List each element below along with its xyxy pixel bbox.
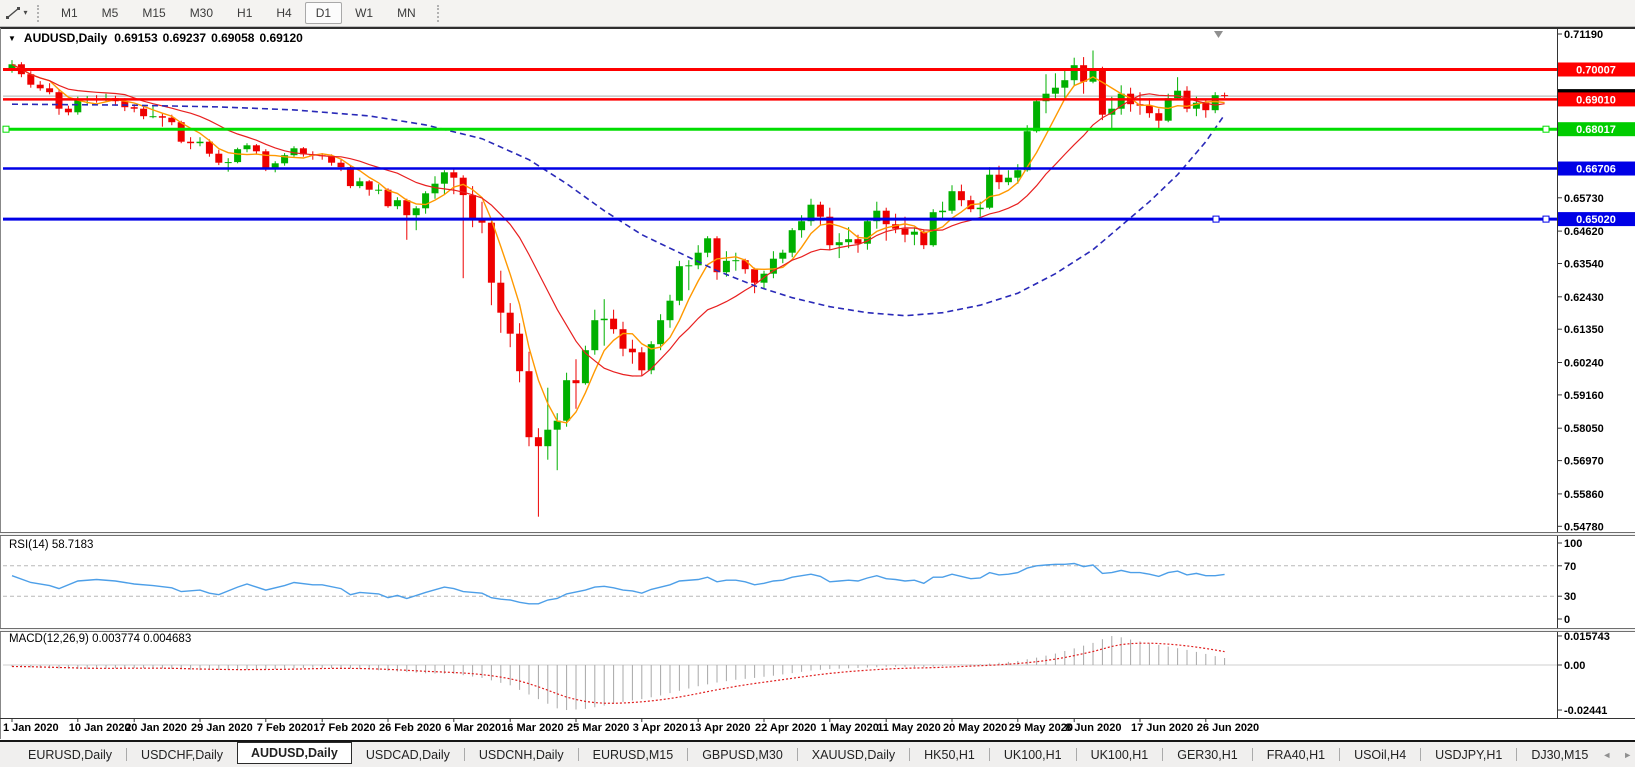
chevron-down-icon: ▾ (23, 8, 28, 17)
svg-text:0.00: 0.00 (1564, 660, 1585, 672)
svg-text:8 Jun 2020: 8 Jun 2020 (1065, 722, 1121, 734)
svg-text:29 Jan 2020: 29 Jan 2020 (191, 722, 253, 734)
tab-scroll-right-icon[interactable]: ► (1623, 750, 1632, 760)
chart-tab-uk100-h1[interactable]: UK100,H1 (990, 745, 1076, 765)
timeframe-button-mn[interactable]: MN (386, 2, 427, 24)
svg-text:0.55860: 0.55860 (1564, 489, 1604, 501)
svg-text:22 Apr 2020: 22 Apr 2020 (755, 722, 816, 734)
svg-text:20 Jan 2020: 20 Jan 2020 (125, 722, 187, 734)
rsi-indicator-label: RSI(14) 58.7183 (9, 539, 94, 551)
svg-text:0.65730: 0.65730 (1564, 193, 1604, 205)
chart-tab-ger30-h1[interactable]: GER30,H1 (1163, 745, 1251, 765)
timeframe-button-m30[interactable]: M30 (179, 2, 224, 24)
chart-tab-eurusd-m15[interactable]: EURUSD,M15 (579, 745, 688, 765)
low-value: 0.69058 (211, 31, 255, 45)
timeframe-button-w1[interactable]: W1 (344, 2, 384, 24)
chart-tab-eurusd-daily[interactable]: EURUSD,Daily (14, 745, 126, 765)
svg-text:1 May 2020: 1 May 2020 (821, 722, 879, 734)
svg-text:20 May 2020: 20 May 2020 (943, 722, 1007, 734)
svg-text:17 Feb 2020: 17 Feb 2020 (313, 722, 375, 734)
svg-text:13 Apr 2020: 13 Apr 2020 (689, 722, 750, 734)
trendline-icon (6, 7, 21, 19)
svg-text:29 May 2020: 29 May 2020 (1009, 722, 1073, 734)
chart-tab-uk100-h1[interactable]: UK100,H1 (1077, 745, 1163, 765)
svg-text:0.71190: 0.71190 (1564, 29, 1603, 41)
svg-text:0.66706: 0.66706 (1576, 164, 1616, 176)
svg-text:25 Mar 2020: 25 Mar 2020 (567, 722, 629, 734)
chart-symbol-label: AUDUSD,Daily (23, 31, 108, 45)
chart-title: ▼ AUDUSD,Daily 0.69153 0.69237 0.69058 0… (8, 31, 303, 45)
chart-tab-gbpusd-m30[interactable]: GBPUSD,M30 (688, 745, 797, 765)
svg-text:100: 100 (1564, 538, 1582, 550)
svg-text:0.54780: 0.54780 (1564, 521, 1604, 533)
svg-text:10 Jan 2020: 10 Jan 2020 (69, 722, 131, 734)
svg-text:17 Jun 2020: 17 Jun 2020 (1131, 722, 1193, 734)
chart-plot-area[interactable] (0, 28, 1635, 739)
svg-text:0.58050: 0.58050 (1564, 423, 1604, 435)
line-handle[interactable] (2, 125, 10, 133)
close-value: 0.69120 (259, 31, 303, 45)
svg-text:0: 0 (1564, 614, 1570, 626)
chart-tab-xauusd-daily[interactable]: XAUUSD,Daily (798, 745, 909, 765)
line-handle[interactable] (1542, 125, 1550, 133)
svg-text:26 Jun 2020: 26 Jun 2020 (1197, 722, 1259, 734)
svg-text:0.62430: 0.62430 (1564, 292, 1604, 304)
svg-text:16 Mar 2020: 16 Mar 2020 (501, 722, 563, 734)
svg-text:70: 70 (1564, 561, 1576, 573)
svg-text:1 Jan 2020: 1 Jan 2020 (3, 722, 59, 734)
svg-text:0.69010: 0.69010 (1576, 94, 1616, 106)
svg-text:0.60240: 0.60240 (1564, 358, 1604, 370)
svg-text:0.68017: 0.68017 (1576, 124, 1616, 136)
timeframe-buttons: M1 M5 M15 M30 H1 H4 D1 W1 MN (50, 2, 427, 24)
svg-text:7 Feb 2020: 7 Feb 2020 (257, 722, 313, 734)
chart-tab-usdjpy-h1[interactable]: USDJPY,H1 (1421, 745, 1516, 765)
svg-text:0.015743: 0.015743 (1564, 631, 1610, 643)
chart-tab-usdcad-daily[interactable]: USDCAD,Daily (352, 745, 464, 765)
timeframe-button-h4[interactable]: H4 (265, 2, 302, 24)
line-handle[interactable] (1212, 215, 1220, 223)
chart-tab-bar: EURUSD,Daily USDCHF,Daily AUDUSD,Daily USDC… (0, 740, 1635, 767)
svg-text:-0.02441: -0.02441 (1564, 705, 1607, 717)
svg-text:0.63540: 0.63540 (1564, 259, 1604, 271)
svg-text:0.70007: 0.70007 (1576, 64, 1616, 76)
chart-tab-fra40-h1[interactable]: FRA40,H1 (1253, 745, 1339, 765)
toolbar-grip[interactable] (37, 4, 43, 22)
high-value: 0.69237 (162, 31, 207, 45)
svg-text:0.59160: 0.59160 (1564, 390, 1604, 402)
timeframe-button-d1[interactable]: D1 (304, 2, 343, 24)
tab-scroll-arrows: ◄ ► (1602, 750, 1632, 760)
svg-text:0.61350: 0.61350 (1564, 324, 1604, 336)
svg-text:26 Feb 2020: 26 Feb 2020 (379, 722, 441, 734)
svg-text:30: 30 (1564, 591, 1576, 603)
chart-tab-audusd-daily[interactable]: AUDUSD,Daily (237, 741, 352, 764)
tab-scroll-left-icon[interactable]: ◄ (1602, 750, 1611, 760)
symbol-dropdown-caret-icon[interactable]: ▼ (8, 34, 16, 43)
open-value: 0.69153 (114, 31, 158, 45)
macd-indicator-label: MACD(12,26,9) 0.003774 0.004683 (9, 633, 192, 645)
svg-text:6 Mar 2020: 6 Mar 2020 (445, 722, 501, 734)
line-handle[interactable] (1542, 215, 1550, 223)
svg-text:3 Apr 2020: 3 Apr 2020 (633, 722, 688, 734)
timeframe-toolbar: ▾ M1 M5 M15 M30 H1 H4 D1 W1 MN (0, 0, 1635, 27)
chart-canvas[interactable]: 0.711900.679200.657300.646200.635400.624… (0, 0, 1635, 767)
chart-tab-usdcnh-daily[interactable]: USDCNH,Daily (465, 745, 578, 765)
toolbar-grip-end (436, 4, 443, 22)
chart-tab-usdchf-daily[interactable]: USDCHF,Daily (127, 745, 237, 765)
timeframe-button-m1[interactable]: M1 (50, 2, 89, 24)
trendline-tool-button[interactable]: ▾ (1, 3, 33, 23)
svg-text:11 May 2020: 11 May 2020 (877, 722, 941, 734)
svg-text:0.65020: 0.65020 (1576, 214, 1616, 226)
timeframe-button-h1[interactable]: H1 (226, 2, 263, 24)
chart-tab-usoil-h4[interactable]: USOil,H4 (1340, 745, 1420, 765)
chart-tab-dj30-m15[interactable]: DJ30,M15 (1517, 745, 1602, 765)
timeframe-button-m15[interactable]: M15 (131, 2, 176, 24)
chart-tab-hk50-h1[interactable]: HK50,H1 (910, 745, 989, 765)
timeframe-button-m5[interactable]: M5 (91, 2, 130, 24)
svg-text:0.64620: 0.64620 (1564, 226, 1604, 238)
svg-text:0.56970: 0.56970 (1564, 456, 1604, 468)
